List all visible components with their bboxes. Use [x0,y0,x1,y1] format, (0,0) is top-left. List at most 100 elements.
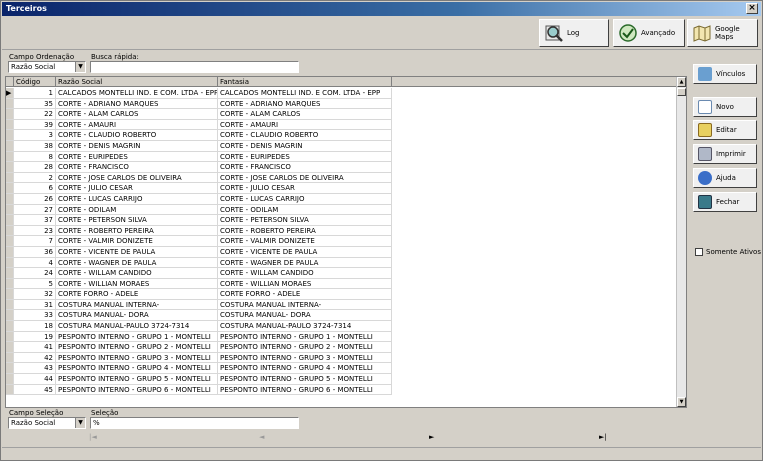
cell-codigo[interactable]: 23 [14,225,56,237]
cell-fantasia[interactable]: PESPONTO INTERNO - GRUPO 3 - MONTELLI [218,352,392,364]
table-row[interactable]: 42 PESPONTO INTERNO - GRUPO 3 - MONTELLI P… [6,352,678,364]
vinculos-button[interactable]: Vínculos [693,64,757,84]
cell-razao-social[interactable]: PESPONTO INTERNO - GRUPO 3 - MONTELLI [56,352,218,364]
table-row[interactable]: 18 COSTURA MANUAL-PAULO 3724-7314 COSTURA … [6,321,678,332]
table-row[interactable]: 3 CORTE - CLAUDIO ROBERTO CORTE - CLAUDIO … [6,130,678,141]
cell-codigo[interactable]: 36 [14,246,56,258]
table-row[interactable]: 28 CORTE - FRANCISCO CORTE - FRANCISCO [6,162,678,173]
table-row[interactable]: 45 PESPONTO INTERNO - GRUPO 6 - MONTELLI P… [6,384,678,396]
cell-razao-social[interactable]: CORTE - WILLAM CANDIDO [56,268,218,279]
cell-codigo[interactable]: 3 [14,130,56,141]
cell-codigo[interactable]: 28 [14,162,56,173]
cell-fantasia[interactable]: PESPONTO INTERNO - GRUPO 5 - MONTELLI [218,374,392,385]
terceiros-grid[interactable]: Código Razão Social Fantasia ▶ 1 CALCADOS … [5,76,687,408]
cell-razao-social[interactable]: CORTE - ROBERTO PEREIRA [56,225,218,237]
cell-razao-social[interactable]: PESPONTO INTERNO - GRUPO 4 - MONTELLI [56,363,218,375]
cell-codigo[interactable]: 32 [14,289,56,300]
cell-razao-social[interactable]: CORTE - FRANCISCO [56,162,218,173]
cell-razao-social[interactable]: COSTURA MANUAL INTERNA- [56,299,218,311]
header-codigo[interactable]: Código [14,77,56,87]
cell-razao-social[interactable]: PESPONTO INTERNO - GRUPO 2 - MONTELLI [56,342,218,353]
cell-razao-social[interactable]: CORTE - VALMIR DONIZETE [56,236,218,247]
avancado-button[interactable]: Avançado [613,19,685,47]
cell-razao-social[interactable]: CORTE - AMAURI [56,119,218,131]
cell-codigo[interactable]: 6 [14,183,56,194]
scroll-down-icon[interactable]: ▼ [677,397,686,407]
table-row[interactable]: 44 PESPONTO INTERNO - GRUPO 5 - MONTELLI P… [6,374,678,385]
cell-razao-social[interactable]: COSTURA MANUAL-PAULO 3724-7314 [56,321,218,332]
cell-fantasia[interactable]: PESPONTO INTERNO - GRUPO 6 - MONTELLI [218,384,392,396]
cell-fantasia[interactable]: CORTE - WILLIAN MORAES [218,278,392,290]
cell-fantasia[interactable]: CORTE - WAGNER DE PAULA [218,257,392,269]
cell-razao-social[interactable]: CORTE - LUCAS CARRIJO [56,193,218,205]
table-row[interactable]: ▶ 1 CALCADOS MONTELLI IND. E COM. LTDA - E… [6,88,678,99]
cell-razao-social[interactable]: PESPONTO INTERNO - GRUPO 1 - MONTELLI [56,331,218,343]
chevron-down-icon[interactable]: ▼ [75,418,85,428]
table-row[interactable]: 31 COSTURA MANUAL INTERNA- COSTURA MANUAL … [6,299,678,311]
cell-fantasia[interactable]: CORTE - FRANCISCO [218,162,392,173]
selecao-input[interactable]: % [90,417,299,429]
cell-fantasia[interactable]: CORTE - ROBERTO PEREIRA [218,225,392,237]
table-row[interactable]: 26 CORTE - LUCAS CARRIJO CORTE - LUCAS CAR… [6,193,678,205]
vertical-scrollbar[interactable]: ▲ ▼ [676,77,686,407]
cell-codigo[interactable]: 33 [14,310,56,322]
cell-fantasia[interactable]: COSTURA MANUAL- DORA [218,310,392,322]
table-row[interactable]: 24 CORTE - WILLAM CANDIDO CORTE - WILLAM C… [6,268,678,279]
log-button[interactable]: Log [539,19,609,47]
cell-razao-social[interactable]: CORTE - VICENTE DE PAULA [56,246,218,258]
cell-razao-social[interactable]: PESPONTO INTERNO - GRUPO 6 - MONTELLI [56,384,218,396]
cell-fantasia[interactable]: CORTE - DENIS MAGRIN [218,140,392,152]
cell-fantasia[interactable]: PESPONTO INTERNO - GRUPO 4 - MONTELLI [218,363,392,375]
close-button[interactable]: × [746,3,758,14]
cell-codigo[interactable]: 26 [14,193,56,205]
cell-fantasia[interactable]: COSTURA MANUAL-PAULO 3724-7314 [218,321,392,332]
scroll-thumb[interactable] [677,88,686,96]
cell-razao-social[interactable]: CORTE - ODILAM [56,204,218,216]
table-row[interactable]: 35 CORTE - ADRIANO MARQUES CORTE - ADRIANO… [6,98,678,110]
cell-codigo[interactable]: 39 [14,119,56,131]
cell-fantasia[interactable]: CORTE - ALAM CARLOS [218,109,392,120]
table-row[interactable]: 23 CORTE - ROBERTO PEREIRA CORTE - ROBERTO… [6,225,678,237]
header-fantasia[interactable]: Fantasia [218,77,392,87]
cell-razao-social[interactable]: CORTE - EURIPEDES [56,151,218,163]
header-razao-social[interactable]: Razão Social [56,77,218,87]
somente-ativos-checkbox[interactable] [695,248,703,256]
cell-codigo[interactable]: 44 [14,374,56,385]
table-row[interactable]: 33 COSTURA MANUAL- DORA COSTURA MANUAL- DO… [6,310,678,322]
table-row[interactable]: 2 CORTE - JOSE CARLOS DE OLIVEIRA CORTE - … [6,172,678,184]
table-row[interactable]: 37 CORTE - PETERSON SILVA CORTE - PETERSON… [6,215,678,226]
cell-fantasia[interactable]: CORTE - JOSE CARLOS DE OLIVEIRA [218,172,392,184]
table-row[interactable]: 36 CORTE - VICENTE DE PAULA CORTE - VICENT… [6,246,678,258]
cell-codigo[interactable]: 18 [14,321,56,332]
cell-razao-social[interactable]: CORTE - DENIS MAGRIN [56,140,218,152]
ajuda-button[interactable]: Ajuda [693,168,757,188]
cell-razao-social[interactable]: CORTE - CLAUDIO ROBERTO [56,130,218,141]
cell-razao-social[interactable]: COSTURA MANUAL- DORA [56,310,218,322]
cell-codigo[interactable]: 22 [14,109,56,120]
cell-fantasia[interactable]: COSTURA MANUAL INTERNA- [218,299,392,311]
cell-codigo[interactable]: 5 [14,278,56,290]
table-row[interactable]: 43 PESPONTO INTERNO - GRUPO 4 - MONTELLI P… [6,363,678,375]
google-maps-button[interactable]: Google Maps [687,19,758,47]
cell-fantasia[interactable]: PESPONTO INTERNO - GRUPO 1 - MONTELLI [218,331,392,343]
cell-fantasia[interactable]: CORTE - CLAUDIO ROBERTO [218,130,392,141]
cell-razao-social[interactable]: CORTE - ADRIANO MARQUES [56,98,218,110]
table-row[interactable]: 22 CORTE - ALAM CARLOS CORTE - ALAM CARLOS [6,109,678,120]
cell-razao-social[interactable]: CORTE - JULIO CESAR [56,183,218,194]
cell-fantasia[interactable]: CALCADOS MONTELLI IND. E COM. LTDA - EPP [218,88,392,99]
novo-button[interactable]: Novo [693,97,757,117]
ordenacao-select[interactable]: Razão Social ▼ [8,61,86,73]
table-row[interactable]: 32 CORTE FORRO - ADELE CORTE FORRO - ADELE [6,289,678,300]
table-row[interactable]: 5 CORTE - WILLIAN MORAES CORTE - WILLIAN M… [6,278,678,290]
cell-razao-social[interactable]: CALCADOS MONTELLI IND. E COM. LTDA - EPP [56,88,218,99]
cell-codigo[interactable]: 19 [14,331,56,343]
nav-next-button[interactable]: ► [429,433,434,441]
cell-codigo[interactable]: 24 [14,268,56,279]
cell-codigo[interactable]: 38 [14,140,56,152]
table-row[interactable]: 4 CORTE - WAGNER DE PAULA CORTE - WAGNER D… [6,257,678,269]
cell-razao-social[interactable]: PESPONTO INTERNO - GRUPO 5 - MONTELLI [56,374,218,385]
busca-input[interactable] [90,61,299,73]
cell-razao-social[interactable]: CORTE - ALAM CARLOS [56,109,218,120]
nav-last-button[interactable]: ►| [599,433,607,441]
cell-codigo[interactable]: 42 [14,352,56,364]
